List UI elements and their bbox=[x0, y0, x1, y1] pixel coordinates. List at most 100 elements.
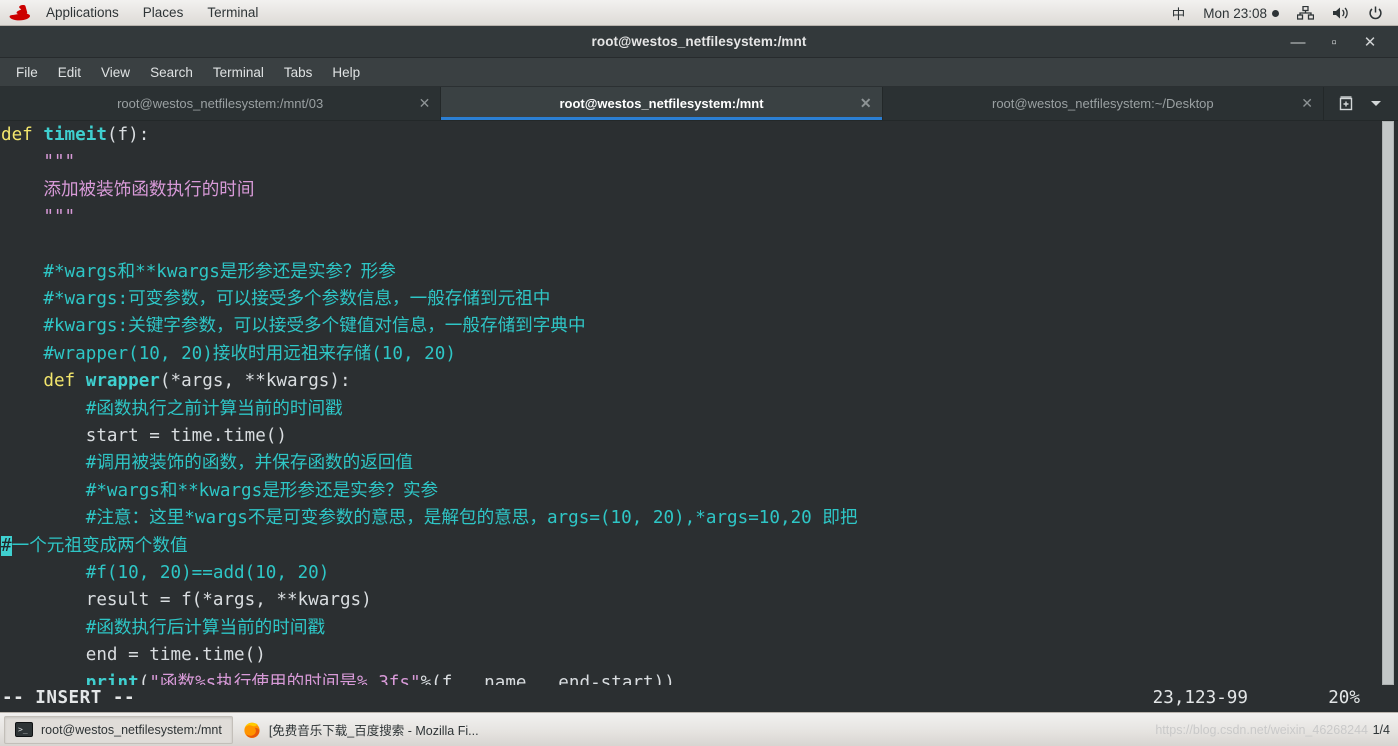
menu-edit[interactable]: Edit bbox=[48, 61, 91, 84]
tab-desktop[interactable]: root@westos_netfilesystem:~/Desktop ✕ bbox=[882, 86, 1324, 120]
power-icon[interactable] bbox=[1359, 3, 1392, 24]
workspace-indicator: 1/4 bbox=[1372, 722, 1390, 737]
code-span: #调用被装饰的函数，并保存函数的返回值 bbox=[1, 453, 414, 474]
code-span: %(f.__name__,end-start)) bbox=[420, 672, 675, 685]
scrollbar-thumb[interactable] bbox=[1382, 120, 1394, 685]
editor-line: """ bbox=[0, 149, 1398, 176]
taskbar-item-label: root@westos_netfilesystem:/mnt bbox=[41, 722, 222, 737]
panel-menu-terminal[interactable]: Terminal bbox=[195, 2, 270, 23]
code-span: #*wargs和**kwargs是形参还是实参？实参 bbox=[1, 480, 439, 501]
tab-close-icon[interactable]: ✕ bbox=[419, 96, 431, 110]
maximize-button[interactable]: ▫ bbox=[1316, 26, 1352, 59]
input-method-indicator[interactable]: 中 bbox=[1163, 0, 1195, 26]
editor-line: #*wargs:可变参数，可以接受多个参数信息，一般存储到元祖中 bbox=[0, 286, 1398, 313]
code-span: end = time.time() bbox=[1, 645, 266, 666]
editor-line: """ bbox=[0, 204, 1398, 231]
code-span: 一个元祖变成两个数值 bbox=[11, 535, 188, 556]
vim-mode-indicator: -- INSERT -- bbox=[2, 688, 136, 709]
menu-tabs[interactable]: Tabs bbox=[274, 61, 323, 84]
terminal-screen[interactable]: def timeit(f): """ 添加被装饰函数执行的时间 """ #*wa… bbox=[0, 120, 1398, 685]
editor-line: def wrapper(*args, **kwargs): bbox=[0, 368, 1398, 395]
editor-line: #一个元祖变成两个数值 bbox=[0, 533, 1398, 560]
code-span: #kwargs:关键字参数，可以接受多个键值对信息，一般存储到字典中 bbox=[1, 316, 586, 337]
editor-line: #注意：这里*wargs不是可变参数的意思，是解包的意思，args=(10, 2… bbox=[0, 505, 1398, 532]
terminal-window: root@westos_netfilesystem:/mnt — ▫ ✕ Fil… bbox=[0, 26, 1398, 712]
editor-text-area[interactable]: def timeit(f): """ 添加被装饰函数执行的时间 """ #*wa… bbox=[0, 121, 1398, 685]
code-span: #函数执行后计算当前的时间戳 bbox=[1, 617, 326, 638]
text-cursor: # bbox=[1, 535, 12, 556]
code-span: 添加被装饰函数执行的时间 bbox=[1, 179, 255, 200]
menu-search[interactable]: Search bbox=[140, 61, 203, 84]
terminal-scrollbar[interactable] bbox=[1382, 120, 1394, 685]
code-span bbox=[1, 673, 86, 685]
editor-line: def timeit(f): bbox=[0, 122, 1398, 149]
code-span: start = time.time() bbox=[1, 426, 287, 447]
editor-line: #f(10, 20)==add(10, 20) bbox=[0, 560, 1398, 587]
editor-line: print("函数%s执行使用的时间是%.3fs"%(f.__name__,en… bbox=[0, 670, 1398, 685]
code-span: #wrapper(10, 20)接收时用远祖来存储(10, 20) bbox=[1, 343, 456, 364]
panel-menu-places[interactable]: Places bbox=[131, 2, 196, 23]
panel-left-group: Applications Places Terminal bbox=[8, 2, 270, 24]
terminal-icon: >_ bbox=[15, 722, 33, 737]
bottom-taskbar: >_ root@westos_netfilesystem:/mnt [免费音乐下… bbox=[0, 712, 1398, 746]
code-span: (f): bbox=[106, 124, 150, 145]
network-icon[interactable] bbox=[1288, 3, 1323, 23]
code-span: #*wargs:可变参数，可以接受多个参数信息，一般存储到元祖中 bbox=[1, 289, 551, 310]
redhat-logo-icon[interactable] bbox=[8, 2, 32, 24]
notification-dot-icon bbox=[1272, 9, 1279, 17]
tab-label: root@westos_netfilesystem:/mnt/03 bbox=[117, 95, 324, 111]
menu-file[interactable]: File bbox=[6, 61, 48, 84]
clock[interactable]: Mon 23:08 bbox=[1194, 3, 1288, 24]
code-span: result = f(*args, **kwargs) bbox=[1, 590, 372, 611]
menubar: File Edit View Search Terminal Tabs Help bbox=[0, 58, 1398, 87]
code-span: wrapper bbox=[85, 371, 160, 392]
tab-label: root@westos_netfilesystem:/mnt bbox=[559, 95, 764, 111]
editor-line: start = time.time() bbox=[0, 423, 1398, 450]
minimize-button[interactable]: — bbox=[1280, 26, 1316, 59]
volume-icon[interactable] bbox=[1323, 3, 1359, 23]
vim-cursor-position: 23,123-99 bbox=[1152, 688, 1248, 709]
tab-close-icon[interactable]: ✕ bbox=[860, 96, 872, 110]
editor-line: result = f(*args, **kwargs) bbox=[0, 587, 1398, 614]
code-span: #f(10, 20)==add(10, 20) bbox=[1, 562, 330, 583]
menu-help[interactable]: Help bbox=[322, 61, 370, 84]
close-button[interactable]: ✕ bbox=[1352, 26, 1388, 59]
vim-status-line: -- INSERT -- 23,123-99 20% bbox=[0, 684, 1398, 712]
panel-right-group: 中 Mon 23:08 bbox=[1163, 0, 1392, 26]
editor-line: #函数执行之前计算当前的时间戳 bbox=[0, 396, 1398, 423]
code-span: "函数%s执行使用的时间是%.3fs" bbox=[149, 672, 421, 685]
taskbar-item-firefox[interactable]: [免费音乐下载_百度搜索 - Mozilla Fi... bbox=[233, 716, 489, 744]
editor-line: #函数执行后计算当前的时间戳 bbox=[0, 615, 1398, 642]
tab-close-icon[interactable]: ✕ bbox=[1301, 96, 1313, 110]
editor-line: end = time.time() bbox=[0, 642, 1398, 669]
tab-mnt[interactable]: root@westos_netfilesystem:/mnt ✕ bbox=[441, 86, 883, 120]
window-titlebar: root@westos_netfilesystem:/mnt — ▫ ✕ bbox=[0, 26, 1398, 59]
code-span: timeit bbox=[43, 124, 107, 145]
code-span: """ bbox=[1, 206, 76, 227]
chevron-down-icon[interactable] bbox=[1362, 86, 1390, 120]
editor-line: #*wargs和**kwargs是形参还是实参？形参 bbox=[0, 259, 1398, 286]
code-span: def bbox=[1, 124, 44, 145]
code-span: (*args, **kwargs): bbox=[159, 371, 351, 392]
tab-label: root@westos_netfilesystem:~/Desktop bbox=[991, 95, 1214, 111]
window-controls: — ▫ ✕ bbox=[1280, 26, 1388, 59]
menu-terminal[interactable]: Terminal bbox=[203, 61, 274, 84]
code-span: """ bbox=[1, 152, 76, 173]
code-span: #注意：这里*wargs不是可变参数的意思，是解包的意思，args=(10, 2… bbox=[1, 508, 858, 529]
taskbar-item-terminal[interactable]: >_ root@westos_netfilesystem:/mnt bbox=[4, 715, 233, 744]
editor-line: 添加被装饰函数执行的时间 bbox=[0, 177, 1398, 204]
taskbar-item-label: [免费音乐下载_百度搜索 - Mozilla Fi... bbox=[268, 724, 479, 738]
firefox-icon bbox=[243, 721, 261, 739]
panel-menu-applications[interactable]: Applications bbox=[34, 2, 131, 23]
editor-line: #*wargs和**kwargs是形参还是实参？实参 bbox=[0, 478, 1398, 505]
watermark-text: https://blog.csdn.net/weixin_46268244 bbox=[1155, 722, 1368, 737]
tab-mnt-03[interactable]: root@westos_netfilesystem:/mnt/03 ✕ bbox=[0, 86, 442, 120]
code-span: def bbox=[1, 371, 86, 392]
tab-bar: root@westos_netfilesystem:/mnt/03 ✕ root… bbox=[0, 86, 1398, 121]
menu-view[interactable]: View bbox=[91, 61, 140, 84]
new-tab-icon[interactable] bbox=[1332, 86, 1360, 120]
editor-line: #kwargs:关键字参数，可以接受多个键值对信息，一般存储到字典中 bbox=[0, 313, 1398, 340]
code-span: ( bbox=[138, 672, 150, 685]
code-span: print bbox=[85, 672, 139, 685]
gnome-top-panel: Applications Places Terminal 中 Mon 23:08 bbox=[0, 0, 1398, 26]
